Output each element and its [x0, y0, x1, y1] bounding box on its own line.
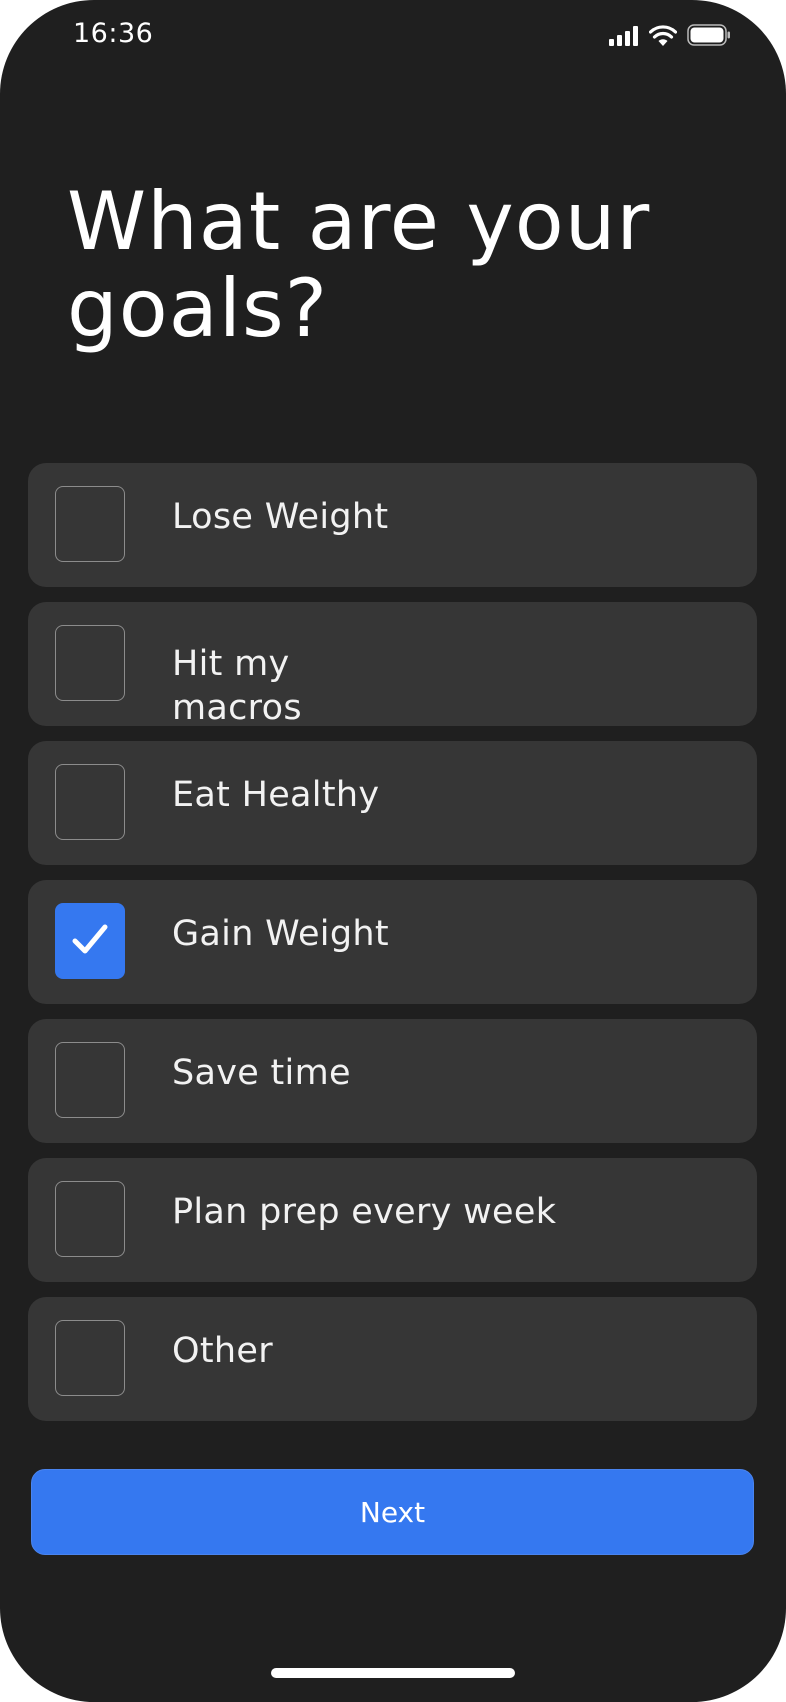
goal-checkbox[interactable] [55, 1320, 125, 1396]
goal-label: Save time [172, 1053, 351, 1093]
goal-option-plan-prep[interactable]: Plan prep every week [28, 1158, 757, 1282]
signal-icon [609, 26, 638, 46]
goal-option-gain-weight[interactable]: Gain Weight [28, 880, 757, 1004]
home-indicator[interactable] [271, 1668, 515, 1678]
next-button[interactable]: Next [31, 1469, 754, 1555]
battery-icon [687, 24, 730, 46]
checkmark-icon [72, 924, 108, 954]
goal-label: Eat Healthy [172, 775, 380, 815]
goal-label: Other [172, 1331, 273, 1371]
goal-label: Gain Weight [172, 914, 389, 954]
status-bar: 16:36 [0, 0, 786, 70]
goal-label: Hit my macros [172, 644, 302, 728]
goal-checkbox[interactable] [55, 486, 125, 562]
goal-checkbox[interactable] [55, 1042, 125, 1118]
goal-option-lose-weight[interactable]: Lose Weight [28, 463, 757, 587]
status-time: 16:36 [73, 18, 154, 49]
goal-option-other[interactable]: Other [28, 1297, 757, 1421]
goals-list: Lose Weight Hit my macros Eat Healthy Ga… [28, 463, 757, 1436]
page-title: What are your goals? [67, 175, 651, 355]
status-icons [609, 22, 731, 46]
goal-label: Plan prep every week [172, 1192, 557, 1232]
goal-checkbox[interactable] [55, 1181, 125, 1257]
goal-option-save-time[interactable]: Save time [28, 1019, 757, 1143]
goal-option-eat-healthy[interactable]: Eat Healthy [28, 741, 757, 865]
goal-label: Lose Weight [172, 497, 389, 537]
goal-checkbox-checked[interactable] [55, 903, 125, 979]
phone-screen: 16:36 What are your goals? Lose Weight H… [0, 0, 786, 1702]
goal-checkbox[interactable] [55, 625, 125, 701]
goal-checkbox[interactable] [55, 764, 125, 840]
wifi-icon [649, 25, 677, 46]
goal-option-hit-my-macros[interactable]: Hit my macros [28, 602, 757, 728]
